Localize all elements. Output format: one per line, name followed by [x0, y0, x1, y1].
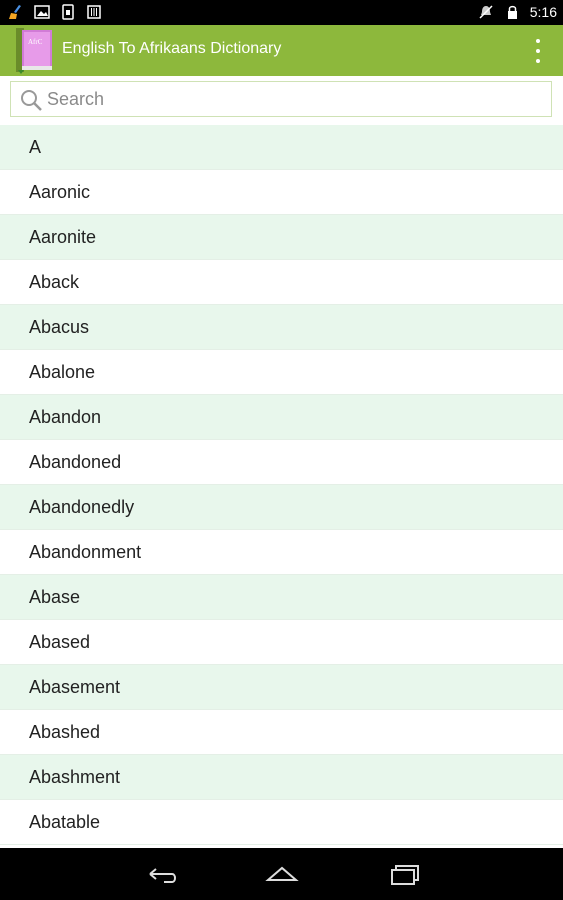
list-item[interactable]: Abandon	[0, 395, 563, 440]
home-icon[interactable]	[264, 860, 300, 888]
image-icon	[34, 5, 50, 19]
list-item[interactable]: Aaronic	[0, 170, 563, 215]
barcode-icon	[87, 5, 101, 19]
lock-battery-icon	[507, 5, 517, 19]
recents-icon[interactable]	[384, 860, 420, 888]
overflow-dot	[536, 49, 540, 53]
svg-text:AfrC: AfrC	[28, 38, 43, 46]
overflow-dot	[536, 39, 540, 43]
overflow-menu-icon[interactable]	[533, 39, 543, 63]
search-icon	[21, 90, 42, 111]
list-item[interactable]: Abashment	[0, 755, 563, 800]
list-item[interactable]: Abashed	[0, 710, 563, 755]
list-item[interactable]: Abandonment	[0, 530, 563, 575]
app-title: English To Afrikaans Dictionary	[62, 40, 282, 57]
broom-icon	[9, 5, 21, 19]
navigation-bar	[0, 848, 563, 900]
word-list: A Aaronic Aaronite Aback Abacus Abalone …	[0, 125, 563, 845]
list-item[interactable]: Aback	[0, 260, 563, 305]
search-input[interactable]	[47, 83, 537, 115]
list-item[interactable]: Abacus	[0, 305, 563, 350]
list-item[interactable]: Aaronite	[0, 215, 563, 260]
list-item[interactable]: Abandoned	[0, 440, 563, 485]
app-logo-icon[interactable]: AfrC	[14, 26, 54, 74]
sim-card-icon	[62, 4, 74, 20]
list-item[interactable]: Abandonedly	[0, 485, 563, 530]
search-box	[10, 81, 552, 117]
status-bar: 5:16	[0, 0, 563, 25]
status-bar-left	[8, 4, 102, 20]
list-item[interactable]: Abase	[0, 575, 563, 620]
list-item[interactable]: A	[0, 125, 563, 170]
status-time: 5:16	[529, 4, 557, 20]
back-icon[interactable]	[144, 860, 180, 888]
no-notification-icon	[479, 5, 493, 19]
list-item[interactable]: Abatable	[0, 800, 563, 845]
action-bar: AfrC English To Afrikaans Dictionary	[0, 25, 563, 76]
list-item[interactable]: Abased	[0, 620, 563, 665]
list-item[interactable]: Abasement	[0, 665, 563, 710]
status-bar-right: 5:16	[478, 4, 557, 20]
list-item[interactable]: Abalone	[0, 350, 563, 395]
overflow-dot	[536, 59, 540, 63]
